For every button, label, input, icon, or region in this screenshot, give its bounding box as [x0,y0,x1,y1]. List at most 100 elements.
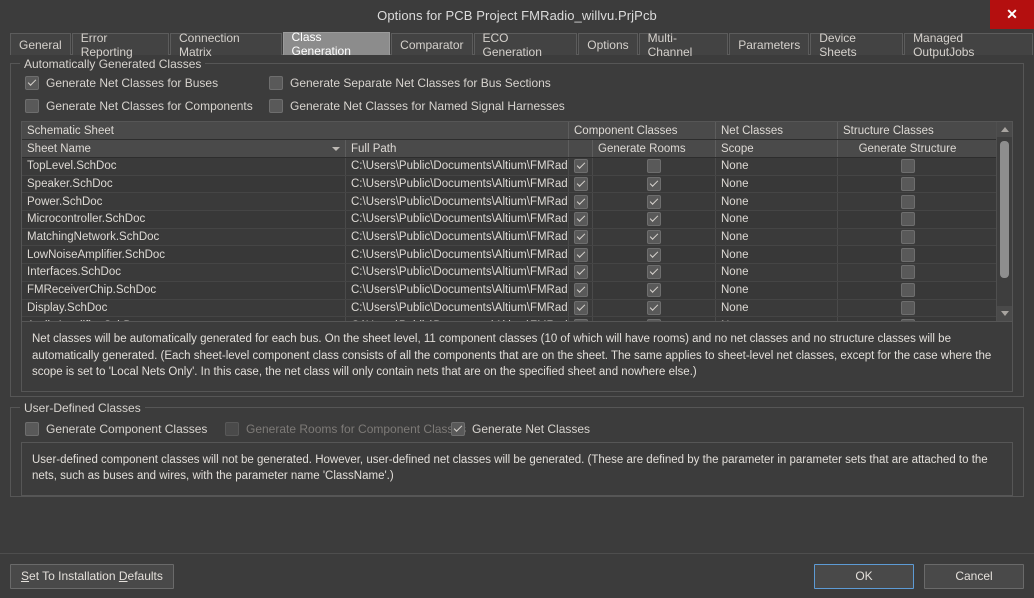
cell-component-class-checkbox[interactable] [569,299,593,317]
tab-eco-generation[interactable]: ECO Generation [473,31,578,59]
cell-generate-structure-checkbox[interactable] [838,264,977,281]
cell-scope-text: None [721,301,749,314]
group-header-net-classes[interactable]: Net Classes [716,122,838,139]
checkbox-icon [25,421,39,436]
cell-sheet-name-text: MatchingNetwork.SchDoc [27,231,160,244]
tab-connection-matrix[interactable]: Connection Matrix [170,31,282,59]
auto-checkbox-row-1: Generate Net Classes for Buses Generate … [21,76,1013,90]
cell-scope: None [716,158,838,175]
table-row[interactable]: Power.SchDoc C:\Users\Public\Documents\Al… [22,193,1012,212]
checkbox-generate-net-classes[interactable]: Generate Net Classes [451,421,590,436]
cell-full-path-text: C:\Users\Public\Documents\Altium\FMRadi [351,231,569,244]
cancel-button[interactable]: Cancel [924,563,1024,589]
cell-generate-rooms-checkbox[interactable] [593,299,716,317]
checkbox-generate-component-classes[interactable]: Generate Component Classes [25,421,221,436]
table-row[interactable]: TopLevel.SchDoc C:\Users\Public\Documents… [22,158,1012,176]
tab-general[interactable]: General [10,33,71,55]
scroll-down-icon[interactable] [997,306,1012,321]
table-column-header-row: Sheet Name Full Path Generate Rooms Scop… [22,140,1012,158]
column-header-full-path[interactable]: Full Path [346,140,569,157]
checkbox-icon [647,318,661,321]
cell-component-class-checkbox[interactable] [569,158,593,175]
checkbox-icon [900,230,915,245]
tab-comparator[interactable]: Comparator [391,33,473,55]
tab-options[interactable]: Options [578,33,638,55]
cell-generate-structure-checkbox[interactable] [838,158,977,175]
checkbox-icon [25,76,39,90]
cell-component-class-checkbox[interactable] [569,211,593,228]
column-header-component-class-blank[interactable] [569,140,593,157]
scrollbar-thumb[interactable] [1000,141,1009,278]
column-header-generate-rooms[interactable]: Generate Rooms [593,140,716,157]
tab-label: Options [587,37,629,52]
cell-full-path: C:\Users\Public\Documents\Altium\FMRadi [346,299,569,317]
cell-component-class-checkbox[interactable] [569,228,593,246]
column-header-sheet-name[interactable]: Sheet Name [22,140,346,157]
checkbox-generate-net-classes-for-components[interactable]: Generate Net Classes for Components [25,99,265,113]
tab-parameters[interactable]: Parameters [729,33,810,55]
cell-generate-rooms-checkbox[interactable] [593,246,716,264]
table-row[interactable]: MatchingNetwork.SchDoc C:\Users\Public\Do… [22,228,1012,247]
table-vertical-scrollbar[interactable] [996,122,1012,321]
tab-error-reporting[interactable]: Error Reporting [71,31,170,59]
checkbox-icon [647,194,661,209]
column-header-scope[interactable]: Scope [716,140,838,157]
cell-scope: None [716,317,838,321]
cell-generate-rooms-checkbox[interactable] [593,264,716,281]
table-row[interactable]: Interfaces.SchDoc C:\Users\Public\Documen… [22,264,1012,282]
checkbox-generate-separate-net-classes-for-bus-sections[interactable]: Generate Separate Net Classes for Bus Se… [269,76,551,90]
ok-button[interactable]: OK [814,563,914,589]
cell-generate-structure-checkbox[interactable] [838,211,977,228]
cell-component-class-checkbox[interactable] [569,175,593,193]
cell-generate-rooms-checkbox[interactable] [593,228,716,246]
cell-generate-rooms-checkbox[interactable] [593,158,716,175]
tab-label: Error Reporting [80,30,133,59]
cell-component-class-checkbox[interactable] [569,193,593,211]
close-icon[interactable]: ✕ [990,0,1034,29]
cell-generate-structure-checkbox[interactable] [838,193,977,210]
cell-sheet-name: AudioAmplifier.SchDoc [22,317,346,321]
cell-generate-structure-checkbox[interactable] [838,300,977,317]
cell-component-class-checkbox[interactable] [569,264,593,281]
cell-generate-rooms-checkbox[interactable] [593,175,716,193]
cell-scope: None [716,264,838,281]
cell-scope: None [716,299,838,317]
cell-generate-structure-checkbox[interactable] [838,229,977,246]
checkbox-icon [573,247,588,262]
table-row[interactable]: Speaker.SchDoc C:\Users\Public\Documents\… [22,175,1012,194]
checkbox-generate-net-classes-for-named-signal-harnesses[interactable]: Generate Net Classes for Named Signal Ha… [269,99,565,113]
table-row[interactable]: LowNoiseAmplifier.SchDoc C:\Users\Public\… [22,246,1012,265]
scroll-up-icon[interactable] [997,122,1012,137]
checkbox-generate-net-classes-for-buses[interactable]: Generate Net Classes for Buses [25,76,265,90]
checkbox-label: Generate Net Classes for Buses [46,76,219,90]
table-row[interactable]: FMReceiverChip.SchDoc C:\Users\Public\Doc… [22,281,1012,300]
cell-generate-structure-checkbox[interactable] [838,317,977,321]
tab-label: Class Generation [291,30,351,58]
cell-component-class-checkbox[interactable] [569,281,593,299]
column-header-generate-structure[interactable]: Generate Structure [838,140,977,157]
cell-generate-rooms-checkbox[interactable] [593,193,716,211]
cell-component-class-checkbox[interactable] [569,317,593,321]
dialog-content: Automatically Generated Classes Generate… [0,55,1034,553]
cell-full-path: C:\Users\Public\Documents\Altium\FMRadi [346,228,569,246]
cell-generate-rooms-checkbox[interactable] [593,317,716,321]
group-header-structure-classes[interactable]: Structure Classes [838,122,977,139]
cell-component-class-checkbox[interactable] [569,246,593,264]
table-row[interactable]: Microcontroller.SchDoc C:\Users\Public\Do… [22,211,1012,229]
cell-generate-rooms-checkbox[interactable] [593,281,716,299]
cell-generate-structure-checkbox[interactable] [838,246,977,263]
tab-multi-channel[interactable]: Multi-Channel [638,31,729,59]
cell-sheet-name: TopLevel.SchDoc [22,158,346,175]
cell-generate-rooms-checkbox[interactable] [593,211,716,228]
set-to-installation-defaults-button[interactable]: Set To Installation Defaults [10,563,174,589]
scrollbar-track[interactable] [997,137,1012,306]
table-row[interactable]: AudioAmplifier.SchDoc C:\Users\Public\Doc… [22,317,1012,321]
group-header-schematic-sheet[interactable]: Schematic Sheet [22,122,569,139]
tab-managed-outputjobs[interactable]: Managed OutputJobs [904,31,1033,59]
tab-device-sheets[interactable]: Device Sheets [810,31,904,59]
cell-generate-structure-checkbox[interactable] [838,282,977,299]
table-row[interactable]: Display.SchDoc C:\Users\Public\Documents\… [22,299,1012,318]
group-header-component-classes[interactable]: Component Classes [569,122,716,139]
tab-class-generation[interactable]: Class Generation [282,30,391,58]
cell-generate-structure-checkbox[interactable] [838,176,977,193]
